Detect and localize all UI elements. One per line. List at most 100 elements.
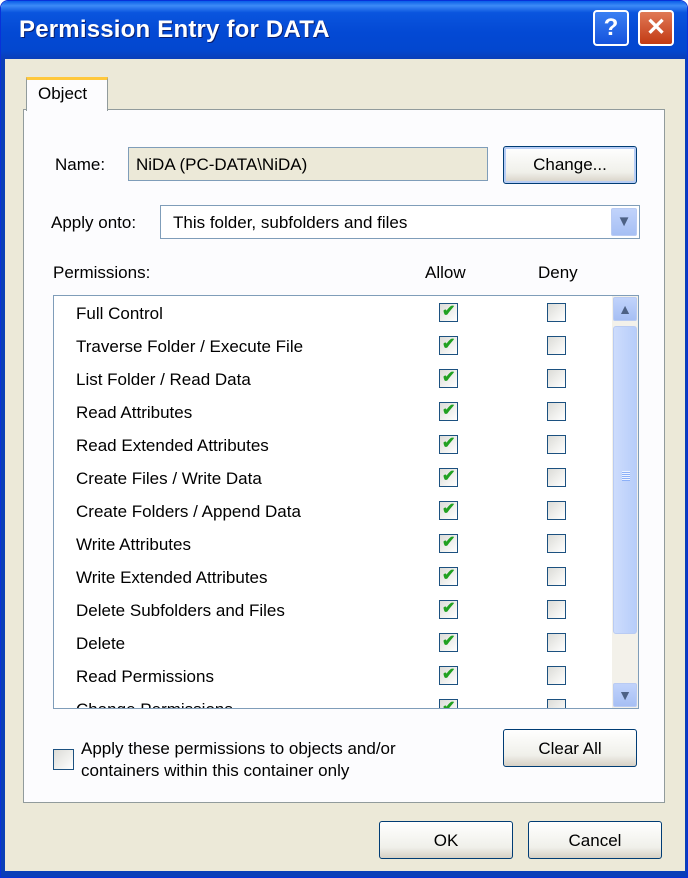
apply-only-label-line1: Apply these permissions to objects and/o…	[81, 739, 396, 758]
cancel-label: Cancel	[568, 831, 622, 850]
deny-checkbox[interactable]	[547, 600, 566, 619]
apply-onto-label: Apply onto:	[51, 213, 137, 232]
allow-checkbox[interactable]: ✔	[439, 600, 458, 619]
scroll-down-icon[interactable]: ▼	[613, 683, 637, 707]
permission-name: Create Files / Write Data	[76, 469, 262, 488]
apply-only-label-line2: containers within this container only	[81, 761, 350, 780]
cancel-button[interactable]: Cancel	[528, 821, 662, 859]
checkmark-icon: ✔	[442, 468, 456, 485]
checkmark-icon: ✔	[442, 534, 456, 551]
scroll-up-icon[interactable]: ▲	[613, 297, 637, 321]
checkmark-icon: ✔	[442, 600, 456, 617]
checkmark-icon: ✔	[442, 699, 456, 709]
deny-checkbox[interactable]	[547, 435, 566, 454]
allow-checkbox[interactable]: ✔	[439, 699, 458, 709]
checkmark-icon: ✔	[442, 402, 456, 419]
apply-only-checkbox[interactable]	[53, 749, 74, 770]
change-button-label: Change...	[533, 155, 607, 174]
checkmark-icon: ✔	[442, 369, 456, 386]
permission-row: Change Permissions ✔	[54, 694, 614, 709]
allow-checkbox[interactable]: ✔	[439, 633, 458, 652]
allow-checkbox[interactable]: ✔	[439, 567, 458, 586]
apply-onto-select[interactable]: This folder, subfolders and files ▼	[160, 205, 640, 239]
allow-checkbox[interactable]: ✔	[439, 369, 458, 388]
permission-row: Traverse Folder / Execute File ✔	[54, 331, 614, 364]
permission-name: Delete	[76, 634, 126, 653]
deny-checkbox[interactable]	[547, 666, 566, 685]
clear-all-button[interactable]: Clear All	[503, 729, 637, 767]
allow-checkbox[interactable]: ✔	[439, 303, 458, 322]
ok-button[interactable]: OK	[379, 821, 513, 859]
allow-checkbox[interactable]: ✔	[439, 666, 458, 685]
clear-all-label: Clear All	[538, 739, 602, 758]
permission-name: Write Extended Attributes	[76, 568, 268, 587]
permission-row: Create Files / Write Data ✔	[54, 463, 614, 496]
permission-row: Write Extended Attributes ✔	[54, 562, 614, 595]
permission-row: Read Attributes ✔	[54, 397, 614, 430]
tab-object[interactable]: Object	[26, 77, 108, 111]
scrollbar[interactable]: ▲ ▼	[612, 296, 638, 708]
permission-name: Full Control	[76, 304, 163, 323]
checkmark-icon: ✔	[442, 336, 456, 353]
permissions-label: Permissions:	[53, 263, 151, 282]
deny-checkbox[interactable]	[547, 369, 566, 388]
change-button[interactable]: Change...	[503, 146, 637, 184]
permission-row: Write Attributes ✔	[54, 529, 614, 562]
permission-row: Delete ✔	[54, 628, 614, 661]
permission-name: Read Permissions	[76, 667, 214, 686]
help-button[interactable]: ?	[593, 10, 629, 46]
checkmark-icon: ✔	[442, 666, 456, 683]
permission-name: Delete Subfolders and Files	[76, 601, 285, 620]
checkmark-icon: ✔	[442, 501, 456, 518]
checkmark-icon: ✔	[442, 567, 456, 584]
allow-header: Allow	[425, 263, 466, 282]
allow-checkbox[interactable]: ✔	[439, 534, 458, 553]
permissions-list[interactable]: Full Control ✔ Traverse Folder / Execute F…	[53, 295, 639, 709]
permission-name: Traverse Folder / Execute File	[76, 337, 304, 356]
permission-row: Create Folders / Append Data ✔	[54, 496, 614, 529]
title-bar[interactable]: Permission Entry for DATA ? ✕	[1, 1, 687, 59]
apply-onto-value: This folder, subfolders and files	[173, 213, 408, 232]
checkmark-icon: ✔	[442, 435, 456, 452]
checkmark-icon: ✔	[442, 633, 456, 650]
allow-checkbox[interactable]: ✔	[439, 435, 458, 454]
deny-checkbox[interactable]	[547, 501, 566, 520]
permission-name: Read Extended Attributes	[76, 436, 269, 455]
permission-row: Delete Subfolders and Files ✔	[54, 595, 614, 628]
permission-row: List Folder / Read Data ✔	[54, 364, 614, 397]
chevron-down-icon[interactable]: ▼	[611, 208, 637, 236]
permission-name: Write Attributes	[76, 535, 191, 554]
deny-checkbox[interactable]	[547, 567, 566, 586]
permission-entry-dialog: Permission Entry for DATA ? ✕ Object Nam…	[0, 0, 688, 878]
allow-checkbox[interactable]: ✔	[439, 468, 458, 487]
checkmark-icon: ✔	[442, 303, 456, 320]
deny-checkbox[interactable]	[547, 699, 566, 708]
permission-row: Read Permissions ✔	[54, 661, 614, 694]
allow-checkbox[interactable]: ✔	[439, 402, 458, 421]
deny-checkbox[interactable]	[547, 303, 566, 322]
window-frame-left	[1, 59, 5, 877]
window-frame-bottom	[1, 871, 687, 877]
ok-label: OK	[433, 831, 459, 850]
scroll-thumb[interactable]	[613, 326, 637, 634]
tab-object-label: Object	[38, 84, 88, 103]
permission-row: Read Extended Attributes ✔	[54, 430, 614, 463]
deny-header: Deny	[538, 263, 578, 282]
allow-checkbox[interactable]: ✔	[439, 501, 458, 520]
name-field: NiDA (PC-DATA\NiDA)	[128, 147, 488, 181]
permission-name: List Folder / Read Data	[76, 370, 251, 389]
permission-name: Create Folders / Append Data	[76, 502, 301, 521]
deny-checkbox[interactable]	[547, 468, 566, 487]
permission-name: Change Permissions	[76, 700, 233, 708]
permission-row: Full Control ✔	[54, 298, 614, 331]
deny-checkbox[interactable]	[547, 336, 566, 355]
window-title: Permission Entry for DATA	[19, 16, 330, 43]
name-value: NiDA (PC-DATA\NiDA)	[136, 155, 308, 174]
deny-checkbox[interactable]	[547, 534, 566, 553]
deny-checkbox[interactable]	[547, 402, 566, 421]
close-button[interactable]: ✕	[638, 10, 674, 46]
deny-checkbox[interactable]	[547, 633, 566, 652]
allow-checkbox[interactable]: ✔	[439, 336, 458, 355]
name-label: Name:	[55, 155, 106, 174]
permission-name: Read Attributes	[76, 403, 193, 422]
